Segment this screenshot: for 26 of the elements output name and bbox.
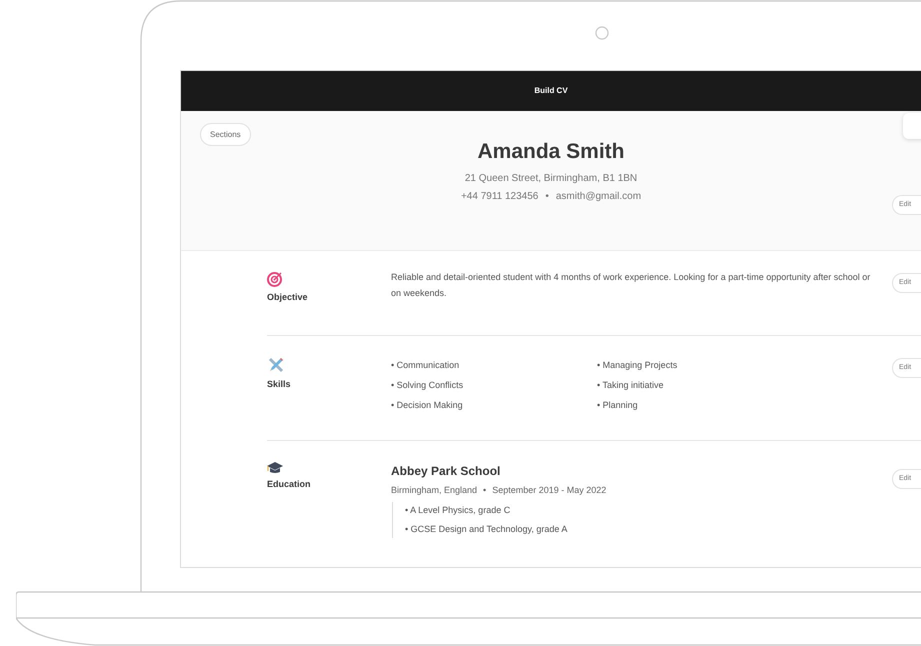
email-text: asmith@gmail.com xyxy=(556,191,642,203)
skill-item: • Solving Conflicts xyxy=(391,379,464,392)
dates-text: September 2019 - May 2022 xyxy=(492,484,606,496)
skill-item: • Taking initiative xyxy=(597,379,665,392)
address-text: 21 Queen Street, Birmingham, B1 1BN xyxy=(464,173,638,185)
section-label: Education xyxy=(267,478,312,491)
education-item: • GCSE Design and Technology, grade A xyxy=(405,523,568,536)
graduation-cap-icon xyxy=(267,461,283,474)
window-title: Build CV xyxy=(534,85,568,97)
skill-item: • Managing Projects xyxy=(597,359,678,372)
separator-dot: • xyxy=(483,484,486,496)
location-text: Birmingham, England xyxy=(391,484,478,496)
skill-item: • Communication xyxy=(391,359,460,372)
skill-item: • Planning xyxy=(597,399,639,412)
candidate-name: Amanda Smith xyxy=(477,139,625,165)
separator-dot: • xyxy=(545,191,549,203)
section-label: Skills xyxy=(267,378,292,391)
target-icon xyxy=(267,271,283,287)
objective-text: Reliable and detail-oriented student with 4 months of work experience. Looking for a part-time opportunity after school or on weekends. xyxy=(391,271,871,300)
section-label: Objective xyxy=(267,291,309,304)
school-name: Abbey Park School xyxy=(391,463,502,479)
pencil-ruler-icon xyxy=(267,356,285,374)
phone-text: +44 7911 123456 xyxy=(460,191,538,203)
education-item: • A Level Physics, grade C xyxy=(405,504,512,517)
sections-button[interactable]: Sections xyxy=(200,123,251,146)
skill-item: • Decision Making xyxy=(391,399,464,412)
